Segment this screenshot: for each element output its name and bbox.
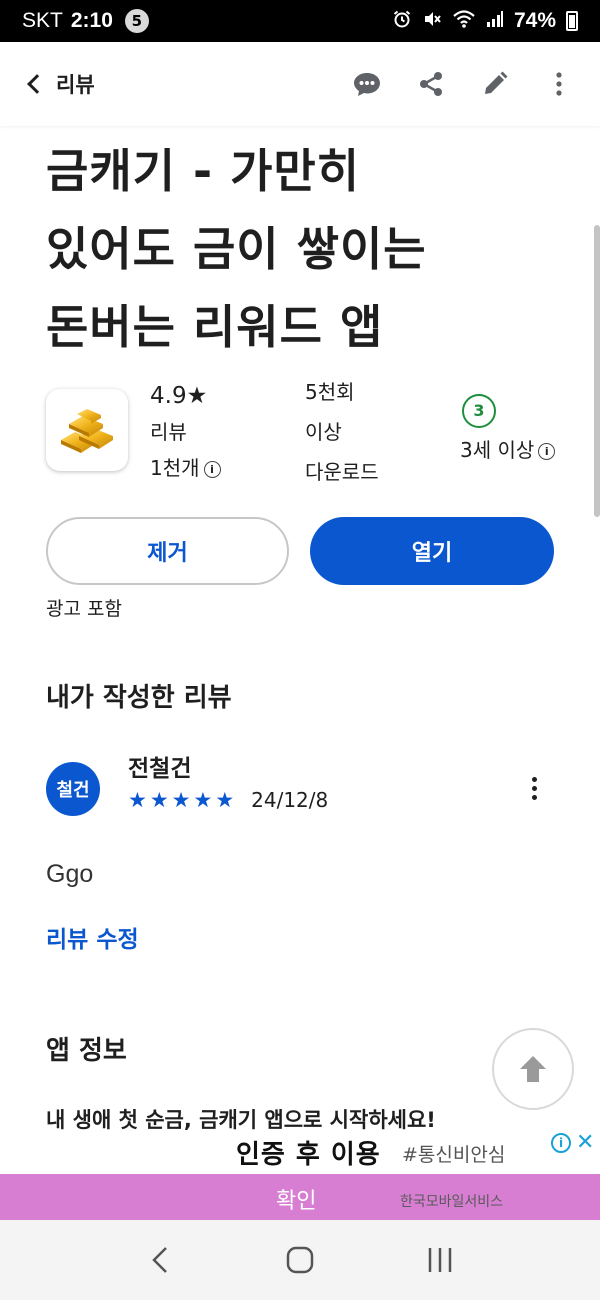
- status-bar: SKT 2:10 5 74%: [0, 0, 600, 42]
- ad-close-icon[interactable]: ✕: [576, 1130, 594, 1155]
- system-nav-bar: [0, 1220, 600, 1300]
- signal-icon: [486, 9, 504, 34]
- gold-bars-icon: [61, 409, 113, 453]
- scroll-to-top-button[interactable]: [492, 1028, 574, 1110]
- nav-back-icon: [152, 1247, 167, 1273]
- app-info-section-title[interactable]: 앱 정보: [46, 1030, 127, 1067]
- edit-review-link[interactable]: 리뷰 수정: [46, 920, 139, 954]
- battery-icon: [566, 11, 578, 31]
- downloads-qualifier: 이상: [305, 420, 342, 444]
- nav-back-button[interactable]: [130, 1230, 190, 1290]
- more-vert-icon-dot: [531, 785, 537, 791]
- share-icon[interactable]: [414, 67, 448, 101]
- app-icon[interactable]: [46, 389, 128, 471]
- app-bar-title: 리뷰: [56, 73, 95, 97]
- ad-cta-bar[interactable]: 확인 한국모바일서비스: [0, 1174, 600, 1220]
- review-date: 24/12/8: [251, 788, 329, 812]
- notification-count-badge: 5: [124, 9, 149, 33]
- uninstall-button[interactable]: 제거: [46, 517, 289, 585]
- wifi-icon: [452, 9, 476, 34]
- reviewer-name: 전철건: [128, 756, 192, 782]
- info-icon: i: [203, 461, 221, 478]
- arrow-up-icon: [520, 1056, 546, 1082]
- clock: 2:10: [70, 9, 113, 32]
- more-vert-icon: [531, 776, 537, 782]
- avatar: 철건: [46, 762, 100, 816]
- back-arrow-icon: [27, 74, 47, 94]
- app-title-line: 금캐기 - 가만히: [46, 144, 361, 198]
- rating-value: 4.9★: [150, 383, 208, 409]
- ad-headline: 인증 후 이용: [236, 1140, 381, 1170]
- review-rating: ★ ★ ★ ★ ★ 24/12/8: [128, 788, 328, 812]
- more-vert-icon[interactable]: [542, 67, 576, 101]
- my-review-section-title: 내가 작성한 리뷰: [46, 683, 232, 713]
- back-button[interactable]: 리뷰: [24, 69, 95, 99]
- nav-home-icon: [286, 1246, 314, 1274]
- chat-icon[interactable]: [350, 67, 384, 101]
- app-title-line: 돈버는 리워드 앱: [46, 300, 384, 354]
- mute-icon: [422, 9, 442, 34]
- reviews-count: 1천개: [150, 456, 200, 480]
- ad-confirm-button[interactable]: 확인: [276, 1183, 316, 1215]
- ad-sponsor: 한국모바일서비스: [400, 1194, 504, 1210]
- star-icon: ★: [171, 788, 191, 812]
- ad-info-icon[interactable]: i: [551, 1133, 571, 1153]
- downloads-stat: 5천회 이상 다운로드: [305, 372, 379, 492]
- review-more-button[interactable]: [520, 768, 548, 808]
- nav-recents-icon: [428, 1248, 452, 1272]
- rating-stat[interactable]: 4.9★ 리뷰 1천개 i: [150, 378, 221, 486]
- reviews-label: 리뷰: [150, 420, 187, 444]
- main-content: 금캐기 - 가만히 있어도 금이 쌓이는 돈버는 리워드 앱 4.9★ 리뷰 1…: [0, 126, 600, 1132]
- review-text: Ggo: [46, 860, 94, 888]
- open-button[interactable]: 열기: [310, 517, 554, 585]
- battery-percent: 74%: [513, 9, 556, 32]
- ad-hashtag: #통신비안심: [402, 1144, 506, 1166]
- more-vert-icon-dot: [531, 794, 537, 800]
- age-rating-label: 3세 이상: [460, 438, 535, 462]
- nav-recents-button[interactable]: [410, 1230, 470, 1290]
- info-icon: i: [538, 443, 556, 460]
- star-icon: ★: [215, 788, 235, 812]
- ad-banner[interactable]: 인증 후 이용 #통신비안심 i ✕: [0, 1130, 600, 1174]
- star-icon: ★: [149, 788, 169, 812]
- star-icon: ★: [193, 788, 213, 812]
- contains-ads-label: 광고 포함: [46, 598, 122, 620]
- downloads-count: 5천회: [305, 380, 355, 404]
- age-rating-stat[interactable]: 3 3세 이상 i: [460, 394, 556, 468]
- app-info-description: 내 생애 첫 순금, 금캐기 앱으로 시작하세요!: [46, 1108, 436, 1132]
- scrollbar[interactable]: [594, 225, 600, 517]
- app-bar: 리뷰: [0, 42, 600, 126]
- downloads-label: 다운로드: [305, 460, 379, 484]
- star-icon: ★: [128, 788, 147, 812]
- app-title: 금캐기 - 가만히 있어도 금이 쌓이는 돈버는 리워드 앱: [46, 132, 566, 366]
- nav-home-button[interactable]: [270, 1230, 330, 1290]
- age-rating-badge: 3: [462, 394, 496, 428]
- carrier-label: SKT: [22, 9, 63, 32]
- alarm-icon: [392, 9, 412, 34]
- app-title-line: 있어도 금이 쌓이는: [46, 222, 427, 276]
- edit-icon[interactable]: [478, 67, 512, 101]
